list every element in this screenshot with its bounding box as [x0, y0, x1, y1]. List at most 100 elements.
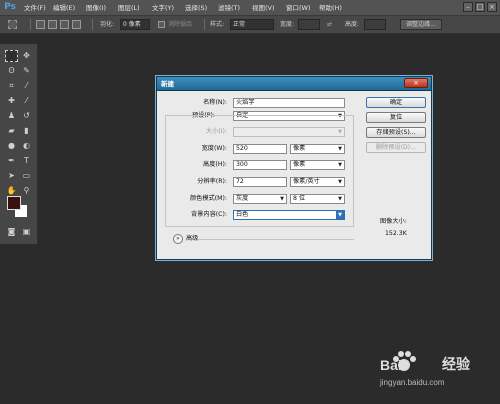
size-label: 大小(I): [205, 128, 227, 135]
size-select: ▼ [233, 127, 345, 137]
background-label: 背景内容(C): [191, 211, 227, 218]
menu-help[interactable]: 帮助(H) [319, 3, 342, 13]
dialog-close-button[interactable]: × [404, 78, 428, 88]
watermark-url: jingyan.baidu.com [380, 378, 445, 387]
zoom-tool-icon[interactable]: ⚲ [20, 185, 33, 197]
width-input[interactable] [298, 19, 320, 30]
advanced-divider [198, 239, 354, 240]
menu-image[interactable]: 图像(I) [86, 3, 106, 13]
menu-edit[interactable]: 编辑(E) [53, 3, 75, 13]
menu-type[interactable]: 文字(Y) [152, 3, 174, 13]
lasso-tool-icon[interactable]: ʘ [5, 65, 18, 77]
maximize-button[interactable]: □ [475, 2, 485, 12]
subtract-selection-icon[interactable] [60, 20, 69, 29]
minimize-button[interactable]: – [463, 2, 473, 12]
height-unit-value: 像素 [293, 161, 306, 168]
antialias-checkbox[interactable] [158, 21, 165, 28]
crop-tool-icon[interactable]: ⌗ [5, 80, 18, 92]
screen-mode-icon[interactable]: ▣ [20, 226, 33, 238]
quick-mask-icon[interactable]: ◙ [5, 226, 18, 238]
resolution-unit-value: 像素/英寸 [293, 178, 320, 185]
refine-edge-button[interactable]: 调整边缘... [400, 19, 442, 30]
width-unit-value: 像素 [293, 145, 306, 152]
reset-button[interactable]: 复位 [366, 112, 426, 123]
background-select[interactable]: 白色 ▼ [233, 210, 345, 220]
add-selection-icon[interactable] [48, 20, 57, 29]
quick-select-icon[interactable]: ✎ [20, 65, 33, 77]
marquee-tool-preset-icon[interactable] [8, 20, 17, 29]
clone-stamp-icon[interactable]: ♟ [5, 110, 18, 122]
height-input[interactable] [364, 19, 386, 30]
feather-input[interactable]: 0 像素 [120, 19, 150, 30]
baidu-paw-logo [393, 351, 416, 371]
eyedropper-icon[interactable]: ⁄ [20, 80, 33, 92]
eraser-tool-icon[interactable]: ▰ [5, 125, 18, 137]
close-window-button[interactable]: × [487, 2, 497, 12]
rectangular-marquee-icon[interactable] [5, 50, 18, 62]
type-tool-icon[interactable]: T [20, 155, 33, 167]
watermark-suffix: 经验 [442, 357, 470, 373]
height-input[interactable]: 300 [233, 160, 287, 170]
menu-select[interactable]: 选择(S) [185, 3, 207, 13]
new-selection-icon[interactable] [36, 20, 45, 29]
chevron-down-icon: ▼ [338, 162, 342, 168]
chevron-down-icon: ▼ [338, 129, 342, 135]
menu-layer[interactable]: 图层(L) [118, 3, 140, 13]
history-brush-icon[interactable]: ↺ [20, 110, 33, 122]
chevron-down-icon: ▼ [336, 211, 344, 219]
height-unit-select[interactable]: 像素 ▼ [290, 160, 345, 170]
feather-label: 羽化: [100, 21, 115, 28]
color-mode-label: 颜色模式(M): [189, 195, 227, 202]
chevron-down-icon: ▼ [338, 196, 342, 202]
shape-tool-icon[interactable]: ▭ [20, 170, 33, 182]
gradient-tool-icon[interactable]: ▮ [20, 125, 33, 137]
pen-tool-icon[interactable]: ✒ [5, 155, 18, 167]
antialias-label: 消除锯齿 [168, 21, 193, 28]
save-preset-button[interactable]: 存储预设(S)... [366, 127, 426, 138]
resolution-label: 分辨率(R): [197, 178, 227, 185]
path-select-icon[interactable]: ➤ [5, 170, 18, 182]
brush-tool-icon[interactable]: ⁄ [20, 95, 33, 107]
advanced-label[interactable]: 高级 [186, 234, 198, 244]
bit-depth-select[interactable]: 8 位 ▼ [290, 194, 345, 204]
photoshop-logo: Ps [4, 2, 16, 12]
dodge-tool-icon[interactable]: ◐ [20, 140, 33, 152]
menu-window[interactable]: 窗口(W) [286, 3, 311, 13]
style-label: 样式: [210, 21, 225, 28]
bit-depth-value: 8 位 [293, 195, 306, 202]
width-label: 宽度: [280, 21, 295, 28]
expand-advanced-icon[interactable]: » [173, 234, 183, 244]
delete-preset-button: 删除预设(D)... [366, 142, 426, 153]
dialog-title-bar[interactable] [157, 77, 431, 91]
name-input[interactable]: 火焰字 [233, 98, 345, 108]
swap-arrows-icon[interactable]: ⇄ [327, 20, 332, 30]
options-divider [92, 19, 93, 30]
new-document-dialog: 新建 × 名称(N): 火焰字 预设(P): 自定 ▼ 大小(I): ▼ 宽度(W… [156, 76, 432, 260]
chevron-down-icon: ▼ [338, 179, 342, 185]
options-divider [204, 19, 205, 30]
color-mode-value: 灰度 [236, 195, 249, 202]
intersect-selection-icon[interactable] [72, 20, 81, 29]
foreground-color-swatch[interactable] [7, 196, 21, 210]
width-label: 宽度(W): [201, 145, 227, 152]
height-label: 高度(H): [203, 161, 227, 168]
chevron-down-icon: ▼ [280, 196, 284, 202]
healing-brush-icon[interactable]: ✚ [5, 95, 18, 107]
resolution-input[interactable]: 72 [233, 177, 287, 187]
color-mode-select[interactable]: 灰度 ▼ [233, 194, 287, 204]
height-label: 高度: [345, 21, 360, 28]
name-label: 名称(N): [203, 99, 227, 106]
chevron-down-icon: ▼ [338, 146, 342, 152]
menu-file[interactable]: 文件(F) [24, 3, 46, 13]
image-size-label: 图像大小: [380, 218, 407, 225]
menu-filter[interactable]: 滤镜(T) [218, 3, 240, 13]
background-value: 白色 [236, 211, 249, 218]
menu-view[interactable]: 视图(V) [252, 3, 275, 13]
width-input[interactable]: 520 [233, 144, 287, 154]
resolution-unit-select[interactable]: 像素/英寸 ▼ [290, 177, 345, 187]
ok-button[interactable]: 确定 [366, 97, 426, 108]
move-tool-icon[interactable]: ✥ [20, 50, 33, 62]
style-select[interactable]: 正常 [230, 19, 274, 30]
width-unit-select[interactable]: 像素 ▼ [290, 144, 345, 154]
blur-tool-icon[interactable]: ● [5, 140, 18, 152]
